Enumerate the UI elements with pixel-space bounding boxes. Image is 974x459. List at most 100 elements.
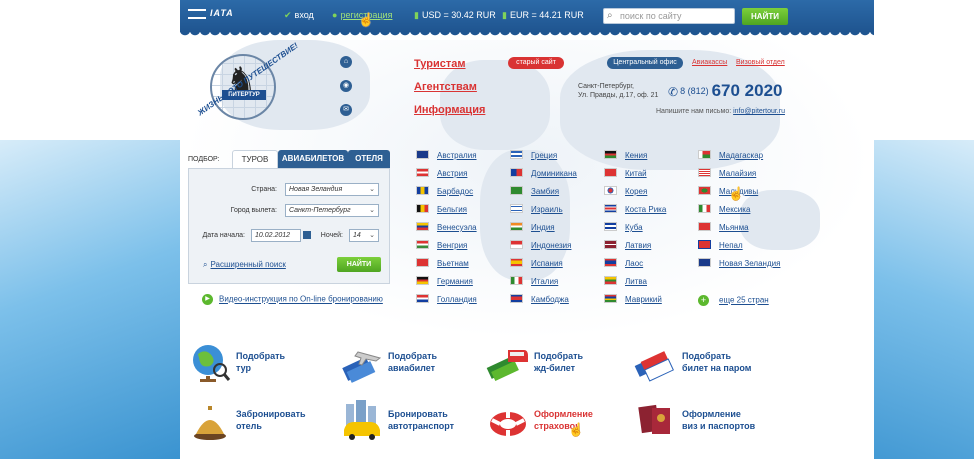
country-korea[interactable]: Корея xyxy=(604,186,647,198)
flag-icon xyxy=(604,204,617,213)
flag-icon xyxy=(510,168,523,177)
country-latvia[interactable]: Латвия xyxy=(604,240,651,252)
flag-icon xyxy=(416,240,429,249)
country-mexico[interactable]: Мексика xyxy=(698,204,750,216)
nav-agencies[interactable]: Агентствам xyxy=(414,81,477,93)
city-select[interactable]: Санкт-Петербург ⌄ xyxy=(285,204,379,217)
top-wave-edge xyxy=(180,32,874,40)
flag-icon xyxy=(698,204,711,213)
country-label: Страна: xyxy=(251,186,277,193)
mail-icon[interactable]: ✉ xyxy=(340,104,352,116)
video-instruction-link[interactable]: ▶ Видео-инструкция по On-line бронировани… xyxy=(202,294,383,305)
picker-label: ПОДБОР: xyxy=(188,156,220,163)
iata-logo: IATA xyxy=(188,8,234,19)
office-tab-avia[interactable]: Авиакассы xyxy=(692,59,727,66)
old-site-button[interactable]: старый сайт xyxy=(508,57,564,69)
country-cambodia[interactable]: Камбоджа xyxy=(510,294,569,306)
flag-icon xyxy=(604,168,617,177)
plus-icon: + xyxy=(698,295,709,306)
chevron-down-icon: ⌄ xyxy=(369,232,375,239)
login-link[interactable]: ✔ вход xyxy=(284,10,314,21)
country-australia[interactable]: Австралия xyxy=(416,150,477,162)
flag-icon xyxy=(416,294,429,303)
country-cuba[interactable]: Куба xyxy=(604,222,643,234)
service-insurance[interactable]: Оформление страховок xyxy=(486,400,626,444)
email-link[interactable]: info@pitertour.ru xyxy=(733,108,785,115)
sitemap-icon[interactable]: ◉ xyxy=(340,80,352,92)
hand-cursor-icon: ☝ xyxy=(358,12,375,27)
flag-icon xyxy=(604,222,617,231)
tab-flights[interactable]: АВИАБИЛЕТОВ xyxy=(278,150,348,168)
find-tour-button[interactable]: НАЙТИ xyxy=(337,257,381,272)
tab-tours[interactable]: ТУРОВ xyxy=(232,150,278,168)
country-lithuania[interactable]: Литва xyxy=(604,276,647,288)
country-malaysia[interactable]: Малайзия xyxy=(698,168,756,180)
country-zambia[interactable]: Замбия xyxy=(510,186,559,198)
country-israel[interactable]: Израиль xyxy=(510,204,563,216)
country-nepal[interactable]: Непал xyxy=(698,240,743,252)
country-china[interactable]: Китай xyxy=(604,168,647,180)
country-costa-rica[interactable]: Коста Рика xyxy=(604,204,666,216)
flag-icon xyxy=(698,240,711,249)
search-button[interactable]: НАЙТИ xyxy=(742,8,788,25)
country-spain[interactable]: Испания xyxy=(510,258,563,270)
country-indonesia[interactable]: Индонезия xyxy=(510,240,571,252)
flag-icon xyxy=(604,150,617,159)
reception-bell-icon xyxy=(194,406,226,440)
country-greece[interactable]: Греция xyxy=(510,150,557,162)
nav-info[interactable]: Информация xyxy=(414,104,485,116)
country-belgium[interactable]: Бельгия xyxy=(416,204,467,216)
service-find-tour[interactable]: Подобрать тур xyxy=(188,342,328,386)
train-ticket-icon xyxy=(486,350,528,382)
date-input[interactable]: 10.02.2012 xyxy=(251,229,301,242)
tab-hotels[interactable]: ОТЕЛЯ xyxy=(348,150,390,168)
search-input[interactable]: ⌕ поиск по сайту xyxy=(603,8,735,24)
country-select[interactable]: Новая Зеландия ⌄ xyxy=(285,183,379,196)
flag-icon xyxy=(416,258,429,267)
flag-icon xyxy=(604,240,617,249)
nav-tourists[interactable]: Туристам xyxy=(414,58,466,70)
service-book-hotel[interactable]: Забронировать отель xyxy=(188,400,328,444)
nights-select[interactable]: 14 ⌄ xyxy=(349,229,379,242)
service-book-transport[interactable]: Бронировать автотранспорт xyxy=(340,400,480,444)
office-tab-visa[interactable]: Визовый отдел xyxy=(736,59,785,66)
country-new-zealand[interactable]: Новая Зеландия xyxy=(698,258,780,270)
more-countries-link[interactable]: + еще 25 стран xyxy=(698,295,769,306)
country-vietnam[interactable]: Вьетнам xyxy=(416,258,469,270)
country-barbados[interactable]: Барбадос xyxy=(416,186,473,198)
lifebuoy-icon xyxy=(490,412,526,436)
country-laos[interactable]: Лаос xyxy=(604,258,643,270)
flag-icon xyxy=(416,222,429,231)
flag-icon xyxy=(698,186,711,195)
service-find-flight[interactable]: Подобрать авиабилет xyxy=(340,342,480,386)
country-myanmar[interactable]: Мьянма xyxy=(698,222,749,234)
flag-icon xyxy=(510,258,523,267)
advanced-search-link[interactable]: ⌕ Расширенный поиск xyxy=(203,260,286,270)
service-find-train[interactable]: Подобрать жд-билет xyxy=(486,342,626,386)
country-mauritius[interactable]: Маврикий xyxy=(604,294,662,306)
service-visa-passport[interactable]: Оформление виз и паспортов xyxy=(634,400,774,444)
country-kenya[interactable]: Кения xyxy=(604,150,647,162)
calendar-icon[interactable] xyxy=(303,231,311,239)
bar-chart-icon: ▮ xyxy=(502,10,507,20)
phone-number: ✆ 8 (812) 670 2020 xyxy=(668,81,783,100)
country-hungary[interactable]: Венгрия xyxy=(416,240,467,252)
country-netherlands[interactable]: Голландия xyxy=(416,294,477,306)
country-venezuela[interactable]: Венесуэла xyxy=(416,222,477,234)
country-austria[interactable]: Австрия xyxy=(416,168,467,180)
hand-cursor-icon: ☝ xyxy=(568,422,585,437)
country-italy[interactable]: Италия xyxy=(510,276,558,288)
home-icon[interactable]: ⌂ xyxy=(340,56,352,68)
airplane-ticket-icon xyxy=(342,351,382,383)
service-find-ferry[interactable]: Подобрать билет на паром xyxy=(634,342,774,386)
country-dominican[interactable]: Доминикана xyxy=(510,168,577,180)
country-india[interactable]: Индия xyxy=(510,222,555,234)
country-germany[interactable]: Германия xyxy=(416,276,473,288)
office-tab-central[interactable]: Центральный офис xyxy=(607,57,683,69)
flag-icon xyxy=(416,150,429,159)
pitertour-logo[interactable]: ♞ ПИТЕРТУР ЖИЗНЬ - ЭТО ПУТЕШЕСТВИЕ! xyxy=(196,41,300,132)
country-madagascar[interactable]: Мадагаскар xyxy=(698,150,763,162)
phone-icon: ✆ xyxy=(668,85,679,99)
chevron-down-icon: ⌄ xyxy=(369,186,375,193)
flag-icon xyxy=(510,240,523,249)
